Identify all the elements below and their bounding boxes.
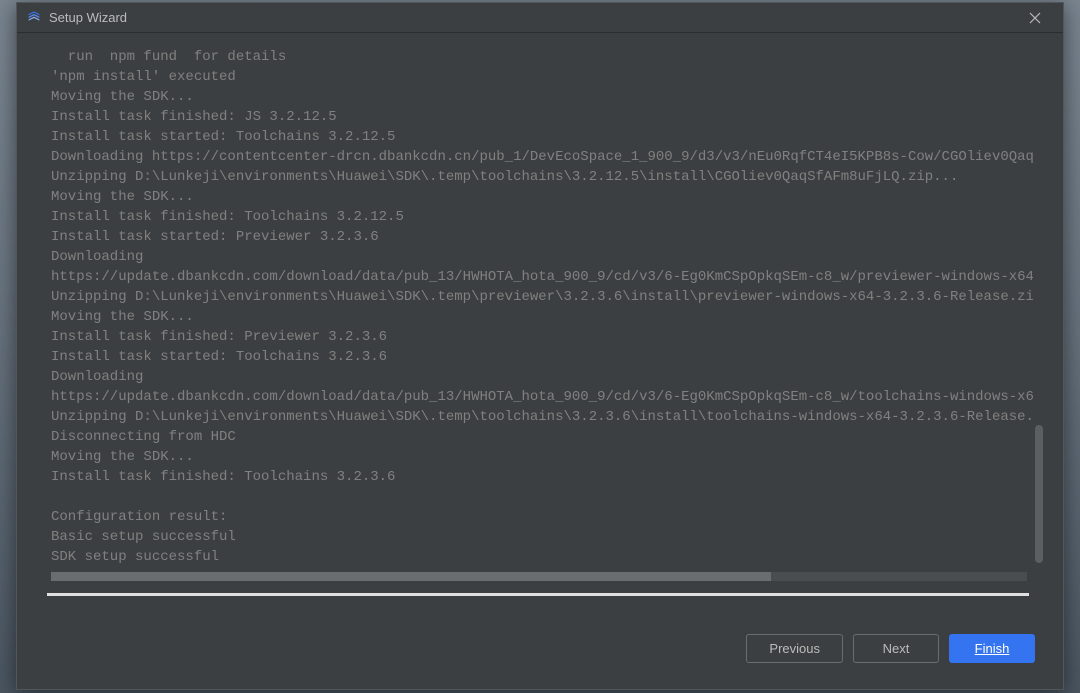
setup-wizard-dialog: Setup Wizard run npm fund for details 'n… <box>16 2 1064 690</box>
titlebar[interactable]: Setup Wizard <box>17 3 1063 33</box>
app-icon <box>25 9 43 27</box>
button-row: Previous Next Finish <box>746 634 1035 663</box>
progress-bar <box>47 593 1029 596</box>
horizontal-scrollbar-track[interactable] <box>51 572 1027 581</box>
vertical-scrollbar-thumb[interactable] <box>1035 425 1043 563</box>
log-output[interactable]: run npm fund for details 'npm install' e… <box>51 47 1033 685</box>
close-icon <box>1029 12 1041 24</box>
next-button[interactable]: Next <box>853 634 939 663</box>
finish-button[interactable]: Finish <box>949 634 1035 663</box>
close-button[interactable] <box>1015 4 1055 32</box>
content-area: run npm fund for details 'npm install' e… <box>17 33 1063 689</box>
log-text: run npm fund for details 'npm install' e… <box>51 47 1033 567</box>
window-title: Setup Wizard <box>49 10 1015 25</box>
horizontal-scrollbar-thumb[interactable] <box>51 572 771 581</box>
previous-button[interactable]: Previous <box>746 634 843 663</box>
